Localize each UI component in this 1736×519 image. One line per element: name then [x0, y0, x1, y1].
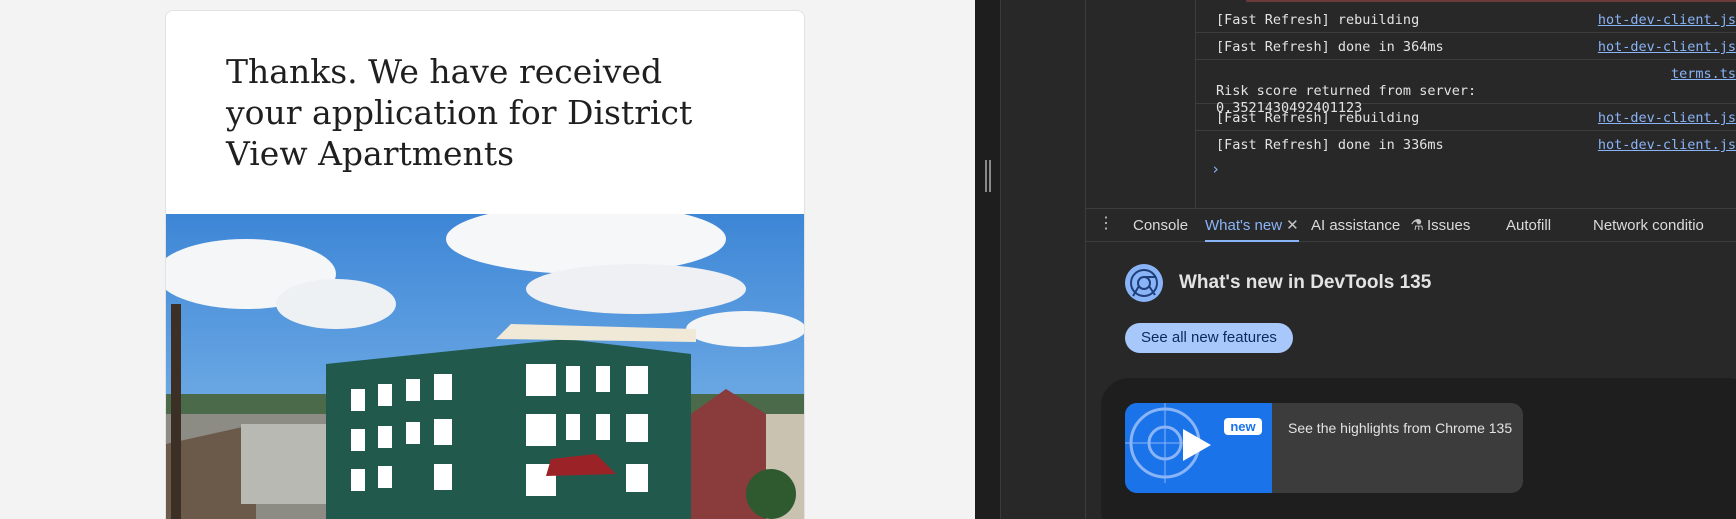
chrome-icon [1125, 264, 1163, 302]
console-message-text: [Fast Refresh] done in 364ms [1216, 39, 1444, 55]
highlights-video-card[interactable]: new See the highlights from Chrome 135 [1125, 403, 1523, 493]
see-all-features-button[interactable]: See all new features [1125, 323, 1293, 353]
tab-ai-assistance-label: AI assistance [1311, 217, 1401, 234]
tab-issues[interactable]: Issues [1427, 209, 1470, 242]
tab-console[interactable]: Console [1133, 209, 1188, 242]
new-badge: new [1230, 419, 1256, 434]
tab-whats-new[interactable]: What's new ✕ [1205, 209, 1299, 242]
resize-handle-icon[interactable] [985, 160, 991, 192]
source-link[interactable]: hot-dev-client.js [1598, 39, 1736, 56]
source-link[interactable]: hot-dev-client.js [1598, 110, 1736, 127]
console-message: Risk score returned from server: 0.35214… [1196, 60, 1736, 116]
drawer-tabbar: ⋮ Console What's new ✕ AI assistance ⚗ Is… [1086, 208, 1736, 242]
web-page: Thanks. We have received your applicatio… [0, 0, 975, 519]
close-icon[interactable]: ✕ [1286, 217, 1299, 234]
console-message-text: [Fast Refresh] rebuilding [1216, 12, 1420, 28]
console-message-text: [Fast Refresh] rebuilding [1216, 110, 1420, 126]
devtools-panel: [Fast Refresh] rebuilding hot-dev-client… [975, 0, 1736, 519]
console-message: [Fast Refresh] rebuilding hot-dev-client… [1196, 6, 1736, 33]
panel-splitter[interactable] [975, 0, 1001, 519]
apartment-photo [166, 214, 804, 519]
console-message-text: [Fast Refresh] done in 336ms [1216, 137, 1444, 153]
tab-whats-new-label: What's new [1205, 217, 1283, 234]
highlights-section: new See the highlights from Chrome 135 [1101, 378, 1736, 519]
console-message: [Fast Refresh] done in 336ms hot-dev-cli… [1196, 131, 1736, 158]
source-link[interactable]: hot-dev-client.js [1598, 12, 1736, 29]
console-prompt[interactable]: › [1211, 160, 1220, 178]
highlights-text: See the highlights from Chrome 135 [1288, 420, 1513, 436]
flask-icon: ⚗ [1410, 217, 1424, 234]
more-tabs-icon[interactable]: ⋮ [1098, 216, 1114, 232]
video-thumbnail[interactable]: new [1125, 403, 1272, 493]
devtools-gutter [1001, 0, 1086, 519]
tab-network-conditions[interactable]: Network conditio [1593, 209, 1704, 242]
tab-ai-assistance[interactable]: AI assistance ⚗ [1311, 209, 1424, 242]
console-message: [Fast Refresh] done in 364ms hot-dev-cli… [1196, 33, 1736, 60]
error-indicator [1246, 0, 1736, 2]
console-message: [Fast Refresh] rebuilding hot-dev-client… [1196, 104, 1736, 131]
source-link[interactable]: hot-dev-client.js [1598, 137, 1736, 154]
page-title: Thanks. We have received your applicatio… [226, 52, 693, 173]
console-output: [Fast Refresh] rebuilding hot-dev-client… [1086, 0, 1736, 208]
whats-new-panel: What's new in DevTools 135 See all new f… [1086, 243, 1736, 519]
confirmation-card: Thanks. We have received your applicatio… [165, 10, 805, 519]
whats-new-title: What's new in DevTools 135 [1179, 272, 1432, 293]
source-link[interactable]: terms.ts [1671, 66, 1736, 83]
console-sidebar [1086, 0, 1196, 208]
tab-autofill[interactable]: Autofill [1506, 209, 1551, 242]
